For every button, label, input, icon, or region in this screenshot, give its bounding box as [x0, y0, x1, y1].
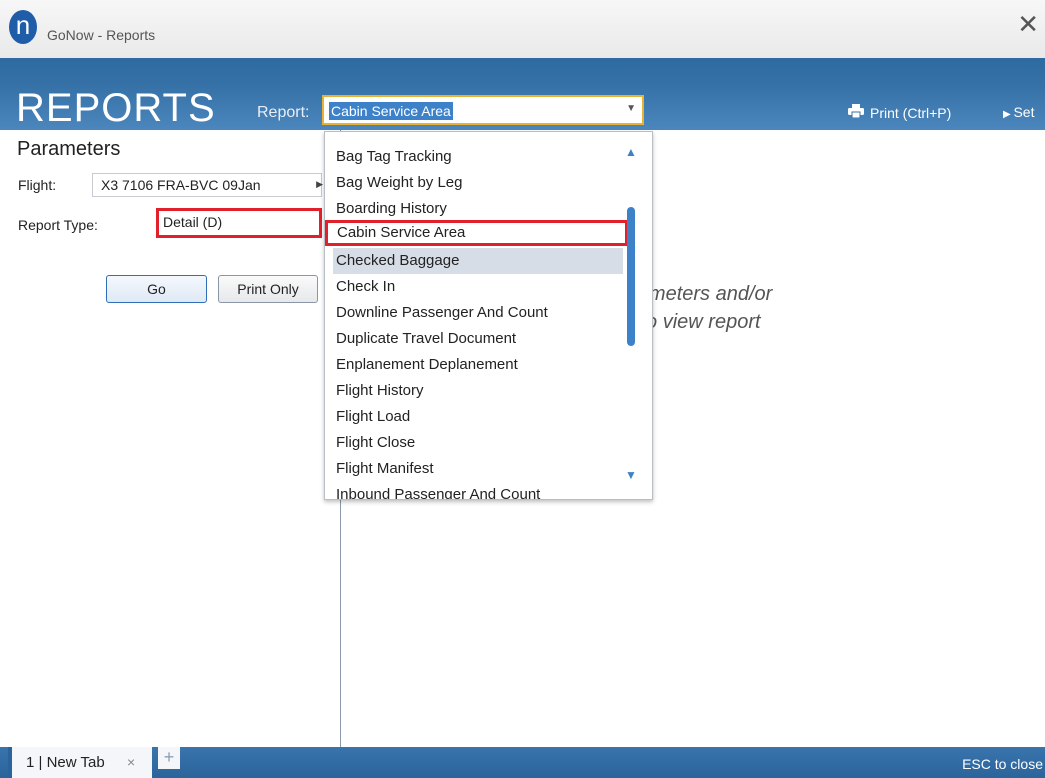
- report-label: Report:: [257, 104, 310, 121]
- settings-button[interactable]: ▶ Set: [1003, 104, 1034, 120]
- scroll-up-icon[interactable]: ▲: [625, 145, 637, 159]
- flight-field[interactable]: X3 7106 FRA-BVC 09Jan ▶: [92, 173, 323, 197]
- report-type-label: Report Type:: [18, 217, 98, 233]
- close-window-button[interactable]: ✕: [1017, 11, 1039, 37]
- parameters-title: Parameters: [17, 138, 121, 160]
- print-only-button[interactable]: Print Only: [218, 275, 318, 303]
- dropdown-item[interactable]: Flight Load: [335, 404, 623, 430]
- scrollbar-thumb[interactable]: [627, 207, 635, 346]
- report-type-value: Detail (D): [163, 214, 223, 230]
- dropdown-item[interactable]: Duplicate Travel Document: [335, 326, 623, 352]
- tab-bar: 1 | New Tab × + ESC to close: [0, 747, 1045, 778]
- page-title: REPORTS: [16, 86, 216, 130]
- chevron-right-icon: ▶: [1003, 109, 1014, 120]
- dropdown-item[interactable]: Check In: [335, 274, 623, 300]
- dropdown-item[interactable]: Enplanement Deplanement: [335, 352, 623, 378]
- print-button[interactable]: Print (Ctrl+P): [848, 104, 951, 121]
- dropdown-item[interactable]: Inbound Passenger And Count: [335, 482, 623, 499]
- go-button[interactable]: Go: [106, 275, 207, 303]
- add-tab-button[interactable]: +: [158, 747, 180, 769]
- window-title: GoNow - Reports: [47, 27, 156, 43]
- dropdown-item[interactable]: Flight History: [335, 378, 623, 404]
- report-select[interactable]: Cabin Service Area ▼: [322, 95, 644, 125]
- reports-header: REPORTS Report: Cabin Service Area ▼ Pri…: [0, 58, 1045, 130]
- report-dropdown-list[interactable]: Bag Tag Tracking Bag Weight by Leg Board…: [324, 131, 653, 500]
- dropdown-item[interactable]: Downline Passenger And Count: [335, 300, 623, 326]
- settings-button-label: Set: [1013, 104, 1035, 120]
- dropdown-item[interactable]: Boarding History: [335, 196, 623, 222]
- print-button-label: Print (Ctrl+P): [870, 105, 952, 121]
- esc-close-hint: ESC to close: [962, 756, 1043, 772]
- tab-label: 1 | New Tab: [26, 754, 105, 771]
- flight-value: X3 7106 FRA-BVC 09Jan: [101, 177, 261, 193]
- tab-new-tab[interactable]: 1 | New Tab ×: [8, 747, 152, 778]
- scroll-down-icon[interactable]: ▼: [625, 468, 637, 482]
- dropdown-item[interactable]: Flight Close: [335, 430, 623, 456]
- close-tab-icon[interactable]: ×: [127, 754, 135, 770]
- report-select-value: Cabin Service Area: [329, 102, 453, 120]
- dropdown-item[interactable]: Bag Weight by Leg: [335, 170, 623, 196]
- title-bar: n GoNow - Reports ✕: [0, 0, 1045, 58]
- gonow-logo-icon: n: [9, 10, 37, 44]
- dropdown-item-selected[interactable]: Cabin Service Area: [325, 220, 628, 246]
- report-type-field[interactable]: Detail (D): [156, 208, 322, 238]
- chevron-right-icon[interactable]: ▶: [316, 179, 323, 190]
- dropdown-item-hover[interactable]: Checked Baggage: [333, 248, 623, 274]
- dropdown-item[interactable]: Flight Manifest: [335, 456, 623, 482]
- chevron-down-icon[interactable]: ▼: [626, 103, 636, 114]
- printer-icon: [848, 104, 864, 121]
- parameters-panel: Parameters Flight: X3 7106 FRA-BVC 09Jan…: [8, 130, 341, 747]
- dropdown-item[interactable]: Bag Tag Tracking: [335, 144, 623, 170]
- flight-label: Flight:: [18, 177, 57, 193]
